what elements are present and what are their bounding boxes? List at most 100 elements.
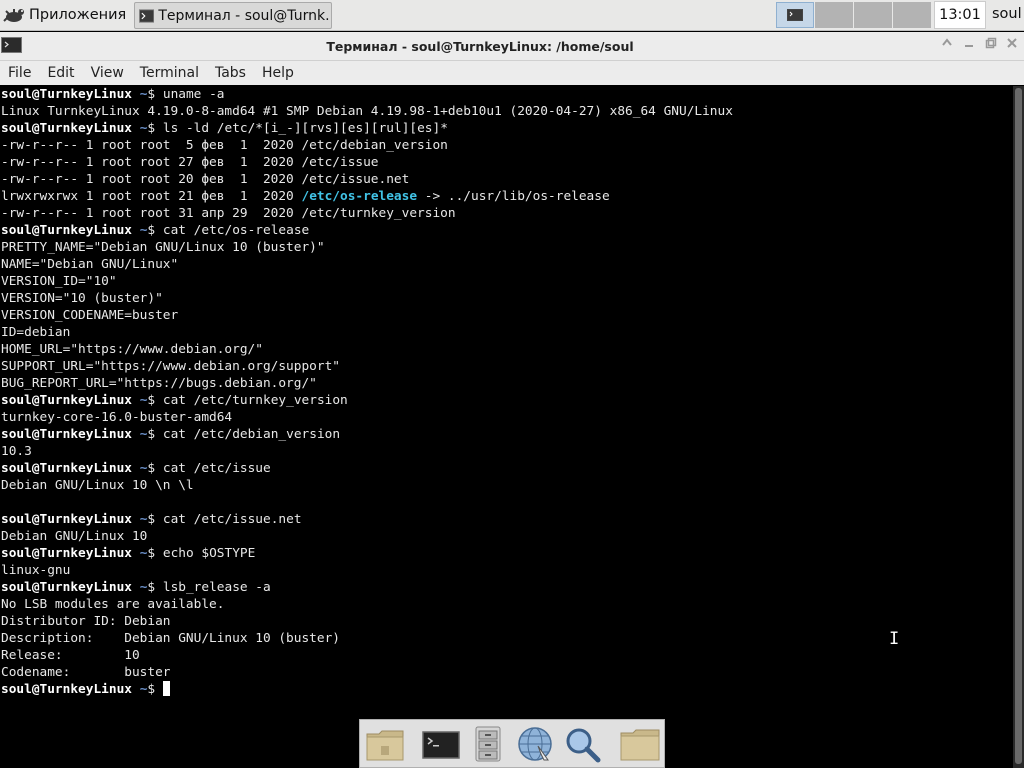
terminal-line: -rw-r--r-- 1 root root 27 фев 1 2020 /et… [1, 155, 379, 170]
terminal-line: soul@TurnkeyLinux ~$ uname -a [1, 86, 225, 103]
menu-file[interactable]: File [8, 65, 31, 81]
prompt-user-host: soul@TurnkeyLinux [1, 461, 132, 476]
close-icon[interactable] [1003, 37, 1021, 55]
dock-web-browser[interactable] [514, 724, 556, 764]
terminal-line: 10.3 [1, 444, 32, 459]
clock[interactable]: 13:01 [934, 1, 986, 29]
search-icon [566, 728, 601, 763]
top-panel: Приложения Терминал - soul@Turnk... 13:0… [0, 0, 1024, 31]
dock-folder[interactable] [619, 724, 661, 764]
user-menu[interactable]: soul [992, 6, 1022, 22]
terminal-line: soul@TurnkeyLinux ~$ [1, 681, 170, 698]
terminal-line: Distributor ID: Debian [1, 614, 171, 629]
dock-terminal[interactable] [420, 724, 462, 764]
command-text: echo $OSTYPE [162, 546, 256, 561]
dock-search[interactable] [561, 724, 603, 764]
prompt-symbol: $ [147, 393, 156, 408]
workspace-3[interactable] [854, 2, 892, 28]
symlink-target: -> ../usr/lib/os-release [417, 189, 610, 204]
terminal-line: ID=debian [1, 325, 71, 340]
symlink-name: /etc/os-release [301, 189, 418, 204]
dock-file-manager[interactable] [467, 724, 509, 764]
terminal-line: -rw-r--r-- 1 root root 5 фев 1 2020 /etc… [1, 138, 448, 153]
taskbar-button-terminal[interactable]: Терминал - soul@Turnk... [134, 2, 332, 29]
prompt-user-host: soul@TurnkeyLinux [1, 121, 132, 136]
terminal-line: soul@TurnkeyLinux ~$ cat /etc/issue.net [1, 511, 302, 528]
terminal-line: lrwxrwxrwx 1 root root 21 фев 1 2020 /et… [1, 188, 610, 205]
scrollbar-thumb[interactable] [1015, 88, 1022, 764]
terminal-line: Linux TurnkeyLinux 4.19.0-8-amd64 #1 SMP… [1, 104, 733, 119]
command-text: lsb_release -a [162, 580, 271, 595]
terminal-line: VERSION_CODENAME=buster [1, 308, 179, 323]
prompt-symbol: $ [147, 427, 156, 442]
prompt-user-host: soul@TurnkeyLinux [1, 393, 132, 408]
terminal-line: Release: 10 [1, 648, 140, 663]
window-titlebar[interactable]: Терминал - soul@TurnkeyLinux: /home/soul [0, 32, 1024, 61]
terminal-line: soul@TurnkeyLinux ~$ cat /etc/debian_ver… [1, 426, 340, 443]
terminal-output[interactable]: soul@TurnkeyLinux ~$ uname -a Linux Turn… [0, 86, 1013, 768]
applications-menu-label: Приложения [29, 7, 127, 23]
prompt-user-host: soul@TurnkeyLinux [1, 512, 132, 527]
prompt-user-host: soul@TurnkeyLinux [1, 87, 132, 102]
terminal-line: NAME="Debian GNU/Linux" [1, 257, 179, 272]
terminal-line: VERSION="10 (buster)" [1, 291, 163, 306]
text-cursor [162, 681, 170, 696]
prompt-user-host: soul@TurnkeyLinux [1, 580, 132, 595]
prompt-symbol: $ [147, 580, 156, 595]
xfce-mouse-icon [3, 9, 24, 22]
prompt-symbol: $ [147, 512, 156, 527]
prompt-symbol: $ [147, 121, 156, 136]
terminal-line: BUG_REPORT_URL="https://bugs.debian.org/… [1, 376, 317, 391]
terminal-line: -rw-r--r-- 1 root root 20 фев 1 2020 /et… [1, 172, 410, 187]
workspace-1[interactable] [776, 2, 814, 28]
dock [359, 719, 665, 768]
menu-view[interactable]: View [91, 65, 124, 81]
prompt-symbol: $ [147, 682, 156, 697]
dock-home-folder[interactable] [364, 724, 406, 764]
prompt-symbol: $ [147, 87, 156, 102]
terminal-scrollbar[interactable] [1013, 86, 1024, 768]
terminal-line: soul@TurnkeyLinux ~$ echo $OSTYPE [1, 545, 255, 562]
terminal-line: No LSB modules are available. [1, 597, 225, 612]
prompt-symbol: $ [147, 546, 156, 561]
command-text: ls -ld /etc/*[i_-][rvs][es][rul][es]* [162, 121, 448, 136]
workspace-4[interactable] [893, 2, 931, 28]
workspace-2[interactable] [815, 2, 853, 28]
menu-help[interactable]: Help [262, 65, 294, 81]
terminal-line: turnkey-core-16.0-buster-amd64 [1, 410, 233, 425]
terminal-line: Debian GNU/Linux 10 \n \l [1, 478, 194, 493]
file-cabinet-icon [475, 726, 501, 762]
menu-tabs[interactable]: Tabs [215, 65, 246, 81]
shade-icon[interactable] [938, 37, 956, 55]
prompt-user-host: soul@TurnkeyLinux [1, 427, 132, 442]
prompt-user-host: soul@TurnkeyLinux [1, 682, 132, 697]
terminal-line: soul@TurnkeyLinux ~$ ls -ld /etc/*[i_-][… [1, 120, 448, 137]
applications-menu-button[interactable]: Приложения [2, 2, 130, 28]
prompt-symbol: $ [147, 461, 156, 476]
prompt-symbol: $ [147, 223, 156, 238]
prompt-user-host: soul@TurnkeyLinux [1, 546, 132, 561]
terminal-line: Codename: buster [1, 665, 171, 680]
menubar: File Edit View Terminal Tabs Help [0, 61, 1024, 85]
taskbar-button-label: Терминал - soul@Turnk... [158, 7, 331, 24]
ls-entry-prefix: lrwxrwxrwx 1 root root 21 фев 1 2020 [1, 189, 302, 204]
terminal-line: HOME_URL="https://www.debian.org/" [1, 342, 263, 357]
terminal-line: soul@TurnkeyLinux ~$ lsb_release -a [1, 579, 271, 596]
terminal-icon [787, 9, 803, 21]
maximize-icon[interactable] [982, 37, 1000, 55]
terminal-line: soul@TurnkeyLinux ~$ cat /etc/turnkey_ve… [1, 392, 348, 409]
terminal-line: PRETTY_NAME="Debian GNU/Linux 10 (buster… [1, 240, 325, 255]
terminal-line: soul@TurnkeyLinux ~$ cat /etc/issue [1, 460, 271, 477]
terminal-line: Description: Debian GNU/Linux 10 (buster… [1, 631, 340, 646]
terminal-line: VERSION_ID="10" [1, 274, 117, 289]
command-text: cat /etc/debian_version [162, 427, 341, 442]
terminal-icon [422, 731, 460, 759]
terminal-line: soul@TurnkeyLinux ~$ cat /etc/os-release [1, 222, 309, 239]
command-text: cat /etc/os-release [162, 223, 310, 238]
terminal-line: SUPPORT_URL="https://www.debian.org/supp… [1, 359, 340, 374]
ibeam-pointer-icon: I [889, 629, 900, 649]
terminal-line: -rw-r--r-- 1 root root 31 апр 29 2020 /e… [1, 206, 456, 221]
menu-edit[interactable]: Edit [47, 65, 74, 81]
menu-terminal[interactable]: Terminal [140, 65, 199, 81]
minimize-icon[interactable] [960, 37, 978, 55]
